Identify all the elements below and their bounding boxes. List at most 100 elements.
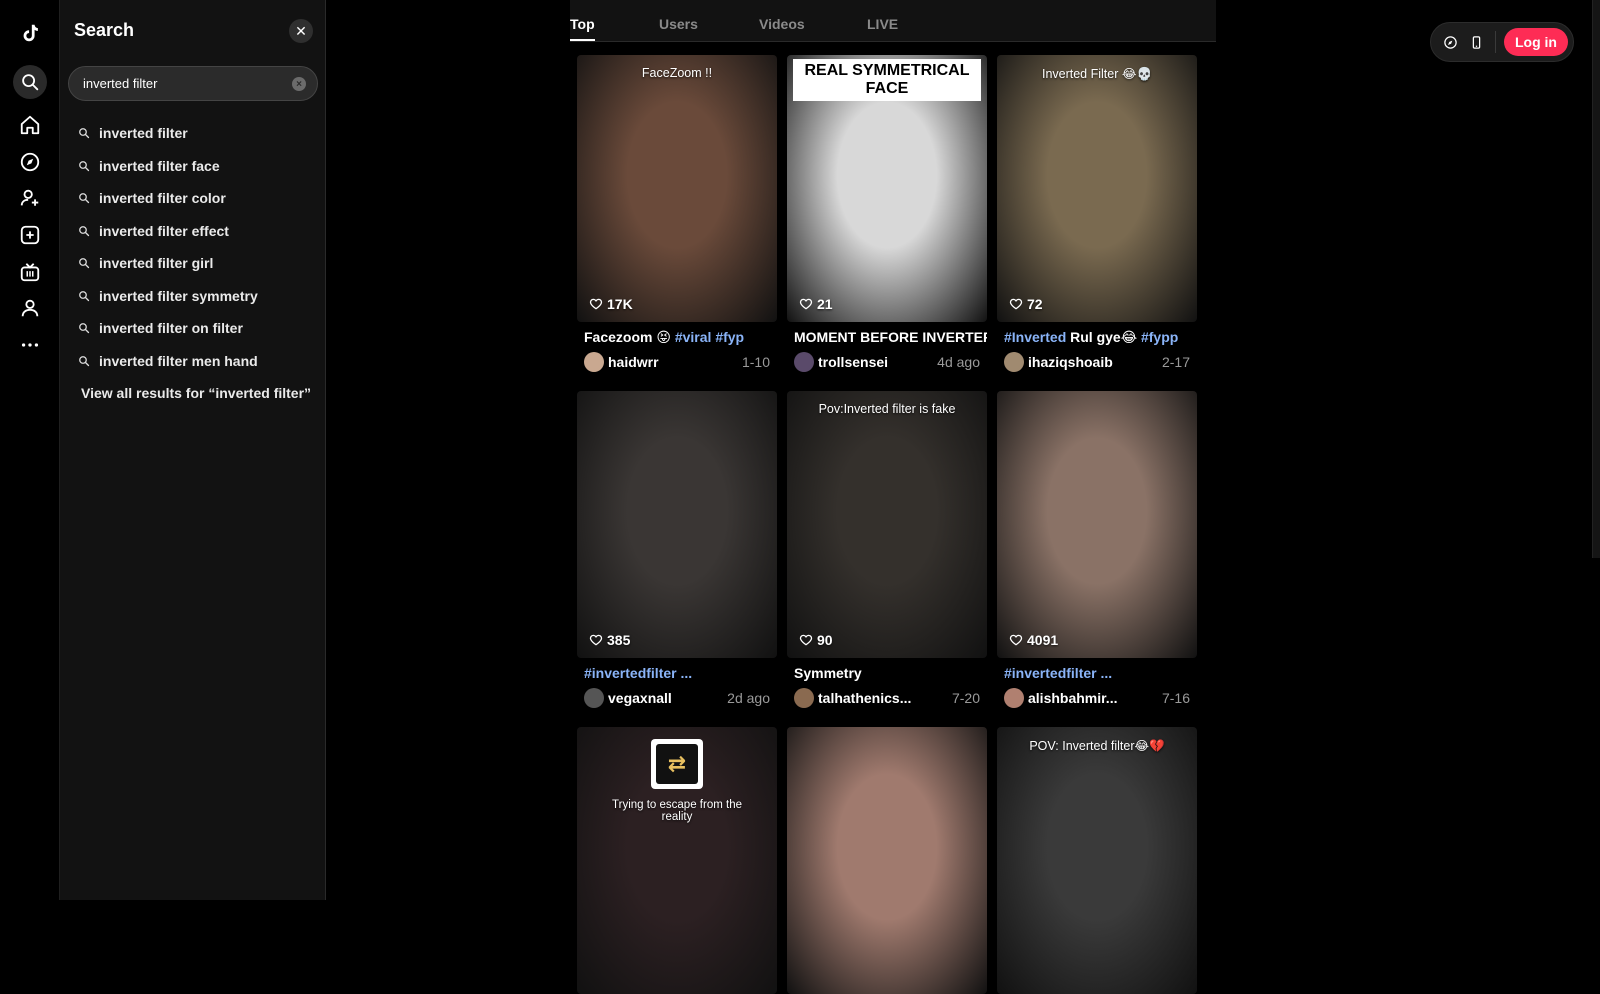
video-card[interactable]: Trying to escape from the reality ⇄	[577, 727, 777, 994]
clear-search-icon[interactable]: ×	[292, 77, 306, 91]
video-card[interactable]: FaceZoom !! 17K Facezoom 😝 #viral #fyp haid…	[577, 55, 777, 373]
video-thumbnail[interactable]: POV: Inverted filter😂💔	[997, 727, 1197, 994]
thumbnail-overlay-text: Pov:Inverted filter is fake	[818, 402, 956, 416]
video-caption[interactable]: #invertedfilter ...	[997, 665, 1197, 685]
video-thumbnail[interactable]: Inverted Filter 😂💀 72	[997, 55, 1197, 322]
more-icon[interactable]	[13, 328, 47, 362]
search-panel: Search ✕ × inverted filterinverted filte…	[60, 0, 326, 900]
author-name[interactable]: haidwrr	[608, 354, 742, 370]
video-meta: talhathenics... 7-20	[787, 687, 987, 709]
caption-hashtag[interactable]: #invertedfilter ...	[584, 665, 692, 681]
video-thumbnail[interactable]: Trying to escape from the reality ⇄	[577, 727, 777, 994]
video-caption[interactable]: MOMENT BEFORE INVERTER...	[787, 329, 987, 349]
tab-top[interactable]: Top	[570, 16, 595, 32]
explore-icon[interactable]	[13, 145, 47, 179]
author-name[interactable]: alishbahmir...	[1028, 690, 1162, 706]
like-count-value: 21	[817, 296, 833, 312]
like-count-value: 4091	[1027, 632, 1059, 648]
avatar[interactable]	[584, 688, 604, 708]
avatar[interactable]	[1004, 688, 1024, 708]
like-count-value: 17K	[607, 296, 633, 312]
tab-live[interactable]: LIVE	[867, 16, 898, 32]
video-caption[interactable]: Facezoom 😝 #viral #fyp	[577, 329, 777, 349]
tab-users[interactable]: Users	[659, 16, 698, 32]
video-card[interactable]: 4091 #invertedfilter ... alishbahmir... 7-1…	[997, 391, 1197, 709]
caption-hashtag[interactable]: #Inverted	[1004, 329, 1066, 345]
author-name[interactable]: ihaziqshoaib	[1028, 354, 1162, 370]
suggestion-item[interactable]: inverted filter symmetry	[78, 280, 318, 313]
top-right-controls: Log in	[1430, 22, 1574, 62]
active-tab-underline	[570, 39, 595, 41]
home-icon[interactable]	[13, 108, 47, 142]
caption-text: Facezoom 😝	[584, 329, 675, 345]
post-date: 7-20	[951, 690, 980, 706]
suggestion-item[interactable]: inverted filter on filter	[78, 312, 318, 345]
like-count: 90	[799, 632, 833, 648]
video-thumbnail[interactable]: 385	[577, 391, 777, 658]
thumbnail-image	[997, 55, 1197, 322]
video-thumbnail[interactable]: REAL SYMMETRICAL FACE 21	[787, 55, 987, 322]
video-card[interactable]	[787, 727, 987, 994]
thumbnail-overlay-text: FaceZoom !!	[641, 66, 713, 80]
following-icon[interactable]	[13, 181, 47, 215]
search-icon	[79, 225, 90, 236]
video-caption[interactable]: Symmetry	[787, 665, 987, 685]
thumbnail-image	[787, 391, 987, 658]
search-box[interactable]: ×	[68, 66, 318, 101]
get-app-icon[interactable]	[1466, 32, 1486, 52]
avatar[interactable]	[794, 352, 814, 372]
video-caption[interactable]: #invertedfilter ...	[577, 665, 777, 685]
close-icon[interactable]: ✕	[289, 19, 313, 43]
get-coins-icon[interactable]	[1440, 32, 1460, 52]
post-date: 7-16	[1161, 690, 1190, 706]
result-tabs: Top Users Videos LIVE	[570, 0, 1216, 42]
video-card[interactable]: Inverted Filter 😂💀 72 #Inverted Rul gye😂 #…	[997, 55, 1197, 373]
suggestion-item[interactable]: inverted filter face	[78, 150, 318, 183]
suggestion-label: inverted filter on filter	[99, 320, 243, 337]
avatar[interactable]	[584, 352, 604, 372]
suggestion-item[interactable]: inverted filter effect	[78, 215, 318, 248]
video-caption[interactable]: #Inverted Rul gye😂 #fypp	[997, 329, 1197, 349]
search-icon	[79, 160, 90, 171]
author-name[interactable]: vegaxnall	[608, 690, 727, 706]
profile-icon[interactable]	[13, 291, 47, 325]
search-input[interactable]	[81, 67, 281, 100]
video-meta: ihaziqshoaib 2-17	[997, 351, 1197, 373]
like-count: 4091	[1009, 632, 1058, 648]
thumbnail-overlay-text: POV: Inverted filter😂💔	[1029, 739, 1165, 753]
upload-icon[interactable]	[13, 218, 47, 252]
thumbnail-image	[787, 727, 987, 994]
suggestion-item[interactable]: inverted filter men hand	[78, 345, 318, 378]
scrollbar[interactable]	[1592, 0, 1600, 558]
like-count: 385	[589, 632, 630, 648]
video-meta: vegaxnall 2d ago	[577, 687, 777, 709]
video-card[interactable]: 385 #invertedfilter ... vegaxnall 2d ago	[577, 391, 777, 709]
like-count: 72	[1009, 296, 1043, 312]
video-thumbnail[interactable]: FaceZoom !! 17K	[577, 55, 777, 322]
suggestion-label: inverted filter effect	[99, 222, 229, 239]
caption-hashtag[interactable]: #fypp	[1141, 329, 1178, 345]
view-all-results-link[interactable]: View all results for “inverted filter”	[81, 385, 311, 401]
video-card[interactable]: REAL SYMMETRICAL FACE 21 MOMENT BEFORE INV…	[787, 55, 987, 373]
suggestion-item[interactable]: inverted filter	[78, 117, 318, 150]
tiktok-logo-icon[interactable]	[13, 16, 47, 50]
live-icon[interactable]	[13, 255, 47, 289]
video-card[interactable]: Pov:Inverted filter is fake 90 Symmetry tal…	[787, 391, 987, 709]
video-thumbnail[interactable]: Pov:Inverted filter is fake 90	[787, 391, 987, 658]
tab-videos[interactable]: Videos	[759, 16, 805, 32]
video-thumbnail[interactable]: 4091	[997, 391, 1197, 658]
caption-hashtag[interactable]: #viral #fyp	[675, 329, 744, 345]
search-icon[interactable]	[13, 65, 47, 99]
video-card[interactable]: POV: Inverted filter😂💔	[997, 727, 1197, 994]
suggestion-item[interactable]: inverted filter girl	[78, 247, 318, 280]
suggestion-item[interactable]: inverted filter color	[78, 182, 318, 215]
login-button[interactable]: Log in	[1504, 28, 1568, 56]
author-name[interactable]: trollsensei	[818, 354, 937, 370]
suggestion-label: inverted filter color	[99, 190, 226, 207]
avatar[interactable]	[1004, 352, 1024, 372]
video-thumbnail[interactable]	[787, 727, 987, 994]
heart-icon	[799, 634, 813, 646]
caption-hashtag[interactable]: #invertedfilter ...	[1004, 665, 1112, 681]
avatar[interactable]	[794, 688, 814, 708]
author-name[interactable]: talhathenics...	[818, 690, 952, 706]
